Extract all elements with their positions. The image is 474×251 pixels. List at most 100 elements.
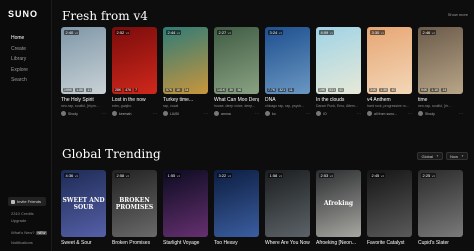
song-cover-art[interactable]: 3:30 v4 34K 1.3K 40 <box>367 27 412 94</box>
likes-count: 1.3K <box>379 88 389 92</box>
suno-logo[interactable]: SUNO <box>8 9 38 19</box>
avatar[interactable] <box>214 111 219 116</box>
song-cover-art[interactable]: 2:27 v4 141K 3K 56 <box>214 27 259 94</box>
sidebar-item-home[interactable]: Home <box>11 33 28 44</box>
song-title[interactable]: In the clouds <box>316 97 361 103</box>
song-title[interactable]: Favorite Catalyst <box>367 240 412 246</box>
invite-friends-button[interactable]: Invite Friends <box>8 197 46 206</box>
song-card[interactable]: 2:53 v4 Afroking Afroeking [Neon... <box>316 170 361 246</box>
song-card[interactable]: 2:25 v4 Cupid's Slater <box>418 170 463 246</box>
song-card[interactable]: 2:52 v4 28K 476 7 Lost in the now edm, guajiro… <box>112 27 157 116</box>
song-byline: all from suno... ⋯ <box>367 111 412 116</box>
song-cover-art[interactable]: 4:09 v4 19K 531 41 <box>316 27 361 94</box>
song-card[interactable]: 2:40 v4 199K 1.8K 11 The Holy Spirit neo-rap, … <box>61 27 106 116</box>
song-title[interactable]: Afroeking [Neon... <box>316 240 361 246</box>
song-cover-art[interactable]: 2:46 v4 94K 1.1K 14 <box>418 27 463 94</box>
song-card[interactable]: 2:27v4 141K3K56 What Can Moo Deng...house,… <box>214 27 259 116</box>
comments-count: 40 <box>390 88 397 92</box>
artist-name[interactable]: IO <box>323 112 355 116</box>
artist-name[interactable]: all from suno... <box>374 112 406 116</box>
song-card[interactable]: 2:46 v4 94K 1.1K 14 time neo-rap, soulful, [rh… <box>418 27 463 116</box>
song-cover-art[interactable]: 3:24 v4 7.7K 321 11 <box>265 27 310 94</box>
song-cover-art[interactable]: 2:45 v4 <box>367 170 412 237</box>
artist-name[interactable]: Shody <box>425 112 457 116</box>
cover-art-lettering: Afroking <box>323 200 354 207</box>
song-card[interactable]: 4:09 v4 19K 531 41 In the clouds Dance Punk, E… <box>316 27 361 116</box>
song-cover-art[interactable]: 2:40 v4 199K 1.8K 11 <box>61 27 106 94</box>
show-more-link[interactable]: Show more <box>448 12 468 17</box>
song-title[interactable]: The Holy Spirit <box>61 97 106 103</box>
model-version-tag: v4 <box>74 30 78 35</box>
more-options-icon[interactable]: ⋯ <box>408 111 412 116</box>
song-card[interactable]: 1:55 v4 Starlight Voyage <box>163 170 208 246</box>
song-tags: hard rock, progressive ro... <box>367 104 409 108</box>
song-cover-art[interactable]: 4:36 v4 SWEET AND SOUR <box>61 170 106 237</box>
song-card[interactable]: 2:44 v4 57K 1K 34 Turkey time... rap, vocal LIU… <box>163 27 208 116</box>
model-version-tag: v4 <box>380 173 384 178</box>
song-card[interactable]: 2:45 v4 Favorite Catalyst <box>367 170 412 246</box>
sidebar-item-search[interactable]: Search <box>11 75 28 86</box>
more-options-icon[interactable]: ⋯ <box>306 111 310 116</box>
song-cover-art[interactable]: 1:55 v4 <box>163 170 208 237</box>
sidebar-item-library[interactable]: Library <box>11 54 28 65</box>
artist-name[interactable]: ko <box>272 112 304 116</box>
sidebar-item-create[interactable]: Create <box>11 44 28 55</box>
avatar[interactable] <box>163 111 168 116</box>
more-options-icon[interactable]: ⋯ <box>255 111 259 116</box>
song-stats: 199K 1.8K 11 <box>63 88 93 92</box>
avatar[interactable] <box>112 111 117 116</box>
song-card[interactable]: 3:22 v4 Too Heavy <box>214 170 259 246</box>
song-title[interactable]: Broken Promises <box>112 240 157 246</box>
artist-name[interactable]: annna <box>221 112 253 116</box>
avatar[interactable] <box>418 111 423 116</box>
artist-name[interactable]: LIUBI <box>170 112 202 116</box>
song-cover-art[interactable]: 3:22 v4 <box>214 170 259 237</box>
song-card[interactable]: 1:58 v4 Where Are You Now? <box>265 170 310 246</box>
more-options-icon[interactable]: ⋯ <box>204 111 208 116</box>
song-card[interactable]: 3:24 v4 7.7K 321 11 DNA chicago rap, rap, psyc… <box>265 27 310 116</box>
upgrade-link[interactable]: Upgrade <box>11 218 26 223</box>
song-title[interactable]: What Can Moo Deng... <box>214 97 259 103</box>
song-cover-art[interactable]: 2:25 v4 <box>418 170 463 237</box>
song-cover-art[interactable]: 2:58 v4 BROKEN PROMISES <box>112 170 157 237</box>
song-cover-art[interactable]: 2:53 v4 Afroking <box>316 170 361 237</box>
time-filter-select[interactable]: Now ▼ <box>446 152 468 160</box>
plays-count: 28K <box>114 88 123 92</box>
avatar[interactable] <box>61 111 66 116</box>
artist-name[interactable]: keemah <box>119 112 151 116</box>
more-options-icon[interactable]: ⋯ <box>357 111 361 116</box>
avatar[interactable] <box>316 111 321 116</box>
song-cover-art[interactable]: 1:58 v4 <box>265 170 310 237</box>
song-title[interactable]: Sweet & Sour <box>61 240 106 246</box>
more-options-icon[interactable]: ⋯ <box>153 111 157 116</box>
song-title[interactable]: DNA <box>265 97 310 103</box>
song-title[interactable]: Where Are You Now? <box>265 240 310 246</box>
more-options-icon[interactable]: ⋯ <box>102 111 106 116</box>
duration-badge: 2:27 v4 <box>217 30 233 35</box>
song-cover-art[interactable]: 2:52 v4 28K 476 7 <box>112 27 157 94</box>
duration-badge: 4:09 v4 <box>319 30 335 35</box>
song-title[interactable]: Turkey time... <box>163 97 208 103</box>
song-title[interactable]: Too Heavy <box>214 240 259 246</box>
more-options-icon[interactable]: ⋯ <box>459 111 463 116</box>
duration-value: 1:55 <box>167 173 176 178</box>
artist-name[interactable]: Shody <box>68 112 100 116</box>
song-cover-art[interactable]: 2:44 v4 57K 1K 34 <box>163 27 208 94</box>
avatar[interactable] <box>265 111 270 116</box>
avatar[interactable] <box>367 111 372 116</box>
region-filter-select[interactable]: Global ▼ <box>417 152 443 160</box>
notifications-link[interactable]: Notifications <box>11 240 33 245</box>
song-card[interactable]: 4:36 v4 SWEET AND SOUR Sweet & Sour <box>61 170 106 246</box>
song-title[interactable]: Lost in the now <box>112 97 157 103</box>
song-card[interactable]: 2:58 v4 BROKEN PROMISES Broken Promises <box>112 170 157 246</box>
sidebar-item-explore[interactable]: Explore <box>11 65 28 76</box>
song-title[interactable]: Starlight Voyage <box>163 240 208 246</box>
sidebar: SUNO Home Create Library Explore Search … <box>0 0 52 251</box>
song-title[interactable]: v4 Anthem <box>367 97 412 103</box>
song-title[interactable]: Cupid's Slater <box>418 240 463 246</box>
gift-icon <box>11 199 15 204</box>
song-card[interactable]: 3:30 v4 34K 1.3K 40 v4 Anthem hard rock, progr… <box>367 27 412 116</box>
comments-count: 14 <box>441 88 448 92</box>
whats-new-link[interactable]: What's New? NEW <box>11 230 47 235</box>
song-title[interactable]: time <box>418 97 463 103</box>
